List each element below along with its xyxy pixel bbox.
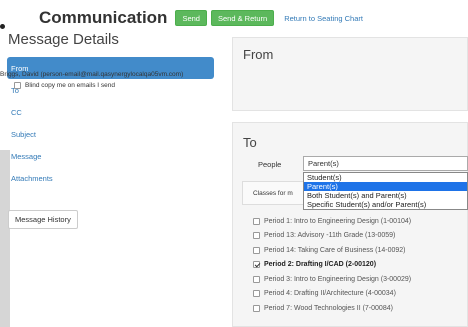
return-to-seating-chart-link[interactable]: Return to Seating Chart (284, 14, 363, 23)
people-select[interactable]: Parent(s) (303, 156, 468, 171)
class-checkbox[interactable] (253, 232, 260, 240)
class-label: Period 1: Intro to Engineering Design (1… (264, 217, 412, 225)
message-history-button[interactable]: Message History (8, 210, 78, 229)
page-title: Communication (39, 8, 168, 27)
send-button[interactable]: Send (175, 10, 207, 26)
sender-address: Briggs, David (person-email@mail.qasyner… (0, 71, 184, 78)
left-edge-bar (0, 150, 10, 327)
bullet-dot (0, 24, 5, 29)
class-label: Period 14: Taking Care of Business (14-0… (264, 246, 406, 254)
people-option-students[interactable]: Student(s) (304, 173, 467, 182)
class-item[interactable]: Period 13: Advisory -11th Grade (13-0059… (253, 229, 411, 244)
bcc-checkbox[interactable] (14, 82, 21, 89)
to-heading: To (243, 135, 257, 150)
bcc-option[interactable]: Blind copy me on emails I send (14, 82, 115, 89)
class-label: Period 4: Drafting II/Architecture (4-00… (264, 290, 396, 298)
send-and-return-button[interactable]: Send & Return (210, 10, 275, 26)
people-option-parents[interactable]: Parent(s) (304, 182, 467, 191)
people-dropdown-list: Student(s) Parent(s) Both Student(s) and… (303, 172, 468, 210)
bcc-label: Blind copy me on emails I send (25, 82, 115, 89)
class-label: Period 2: Drafting I/CAD (2-00120) (264, 261, 377, 269)
from-panel: From (232, 37, 468, 111)
people-option-specific[interactable]: Specific Student(s) and/or Parent(s) (304, 200, 467, 209)
class-label: Period 13: Advisory -11th Grade (13-0059… (264, 232, 396, 240)
sidebar-item-attachments[interactable]: Attachments (7, 167, 214, 189)
class-item[interactable]: Period 3: Intro to Engineering Design (3… (253, 272, 411, 287)
class-checkbox[interactable] (253, 217, 260, 225)
class-item[interactable]: Period 2: Drafting I/CAD (2-00120) (253, 258, 411, 273)
class-checkbox[interactable] (253, 246, 260, 254)
people-option-both[interactable]: Both Student(s) and Parent(s) (304, 191, 467, 200)
class-checkbox[interactable] (253, 290, 260, 298)
class-item[interactable]: Period 4: Drafting II/Architecture (4-00… (253, 287, 411, 302)
people-label: People (258, 160, 282, 169)
sidebar-item-cc[interactable]: CC (7, 101, 214, 123)
message-details-title: Message Details (8, 31, 119, 48)
class-label: Period 7: Wood Technologies II (7-00084) (264, 304, 393, 312)
from-heading: From (243, 47, 274, 62)
class-item[interactable]: Period 7: Wood Technologies II (7-00084) (253, 301, 411, 316)
class-label: Period 3: Intro to Engineering Design (3… (264, 275, 412, 283)
class-item[interactable]: Period 1: Intro to Engineering Design (1… (253, 214, 411, 229)
class-checkbox[interactable] (253, 304, 260, 312)
class-checkbox[interactable] (253, 261, 260, 269)
class-list: Period 1: Intro to Engineering Design (1… (253, 214, 411, 316)
sidebar-item-message[interactable]: Message (7, 145, 214, 167)
classes-label: Classes for m (253, 190, 293, 197)
class-checkbox[interactable] (253, 275, 260, 283)
page-header: Communication Send Send & Return Return … (39, 8, 363, 28)
sidebar-item-subject[interactable]: Subject (7, 123, 214, 145)
class-item[interactable]: Period 14: Taking Care of Business (14-0… (253, 243, 411, 258)
